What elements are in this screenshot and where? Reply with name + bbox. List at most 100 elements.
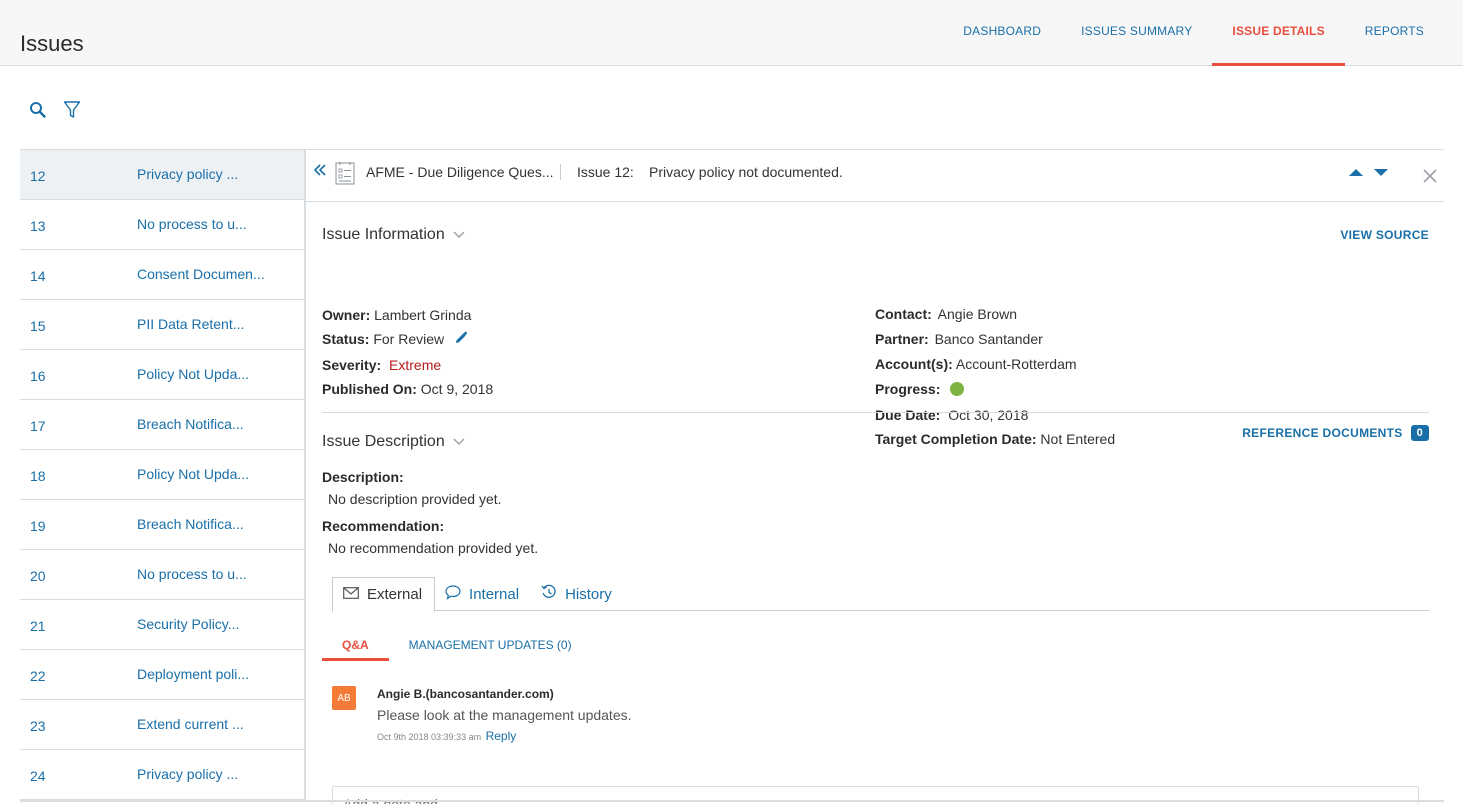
severity-value: Extreme (389, 357, 442, 373)
owner-field: Owner: Lambert Grinda (322, 307, 471, 323)
issue-description-section: Issue Description REFERENCE DOCUMENTS 0 (322, 425, 1429, 451)
search-icon[interactable] (28, 100, 48, 120)
caret-down-icon[interactable] (1372, 165, 1390, 184)
issue-title: Security Policy... (137, 615, 240, 632)
published-field: Published On: Oct 9, 2018 (322, 381, 493, 397)
issue-title: Policy Not Upda... (137, 365, 250, 382)
tab-history[interactable]: History (531, 577, 624, 611)
tab-external[interactable]: External (332, 577, 436, 612)
accounts-label: Account(s): (875, 356, 953, 372)
list-item[interactable]: 19 Breach Notifica... (20, 500, 304, 550)
due-date-label: Due Date: (875, 407, 941, 423)
issue-number: 23 (30, 717, 46, 734)
reply-link[interactable]: Reply (486, 729, 517, 743)
list-item[interactable]: 22 Deployment poli... (20, 650, 304, 700)
list-item[interactable]: 17 Breach Notifica... (20, 400, 304, 450)
status-field: Status: For Review (322, 331, 468, 347)
comment-body: Please look at the management updates. (377, 707, 632, 723)
contact-label: Contact: (875, 306, 932, 322)
sub-tabs: Q&A MANAGEMENT UPDATES (0) (322, 634, 592, 661)
tab-reports[interactable]: REPORTS (1345, 0, 1444, 66)
tab-issues-summary[interactable]: ISSUES SUMMARY (1061, 0, 1212, 66)
tab-dashboard[interactable]: DASHBOARD (943, 0, 1061, 66)
list-item[interactable]: 24 Privacy policy ... (20, 750, 304, 800)
published-value: Oct 9, 2018 (420, 381, 494, 397)
top-bar: Issues DASHBOARD ISSUES SUMMARY ISSUE DE… (0, 0, 1463, 66)
list-item[interactable]: 12 Privacy policy ... (20, 150, 304, 200)
issue-number: 12 (30, 167, 46, 184)
reference-documents-label: REFERENCE DOCUMENTS (1242, 426, 1403, 440)
tab-internal[interactable]: Internal (435, 577, 531, 611)
issue-title: Extend current ... (137, 715, 244, 732)
issue-title-header: Privacy policy not documented. (649, 164, 843, 180)
issue-label: Issue 12: (577, 164, 634, 180)
due-date-field: Due Date: Oct 30, 2018 (875, 407, 1028, 423)
chevron-down-icon (453, 433, 465, 451)
main-nav: DASHBOARD ISSUES SUMMARY ISSUE DETAILS R… (943, 0, 1444, 66)
list-item[interactable]: 14 Consent Documen... (20, 250, 304, 300)
list-item[interactable]: 15 PII Data Retent... (20, 300, 304, 350)
chat-bubble-icon (445, 584, 461, 604)
tab-label: External (367, 586, 423, 603)
list-item[interactable]: 16 Policy Not Upda... (20, 350, 304, 400)
list-item[interactable]: 18 Policy Not Upda... (20, 450, 304, 500)
issue-information-toggle[interactable]: Issue Information (322, 226, 1429, 244)
list-item[interactable]: 23 Extend current ... (20, 700, 304, 750)
reference-count-badge: 0 (1410, 425, 1429, 441)
recommendation-label: Recommendation: (322, 518, 445, 534)
tab-qa[interactable]: Q&A (322, 634, 389, 661)
avatar: AB (332, 686, 356, 710)
list-item[interactable]: 20 No process to u... (20, 550, 304, 600)
severity-field: Severity: Extreme (322, 357, 441, 373)
comment-author: Angie B.(bancosantander.com) (377, 687, 554, 701)
issue-title: No process to u... (137, 565, 247, 582)
envelope-icon (343, 586, 359, 603)
published-label: Published On: (322, 381, 417, 397)
communication-tabs: External Internal History (332, 577, 1429, 612)
issue-title: Deployment poli... (137, 665, 250, 682)
issue-title: Policy Not Upda... (137, 465, 250, 482)
bottom-divider (20, 800, 1444, 802)
filter-icon[interactable] (62, 100, 82, 120)
detail-header: AFME - Due Diligence Ques... Issue 12: P… (306, 150, 1444, 202)
issue-detail-pane: AFME - Due Diligence Ques... Issue 12: P… (306, 149, 1444, 804)
header-divider (560, 164, 561, 180)
progress-field: Progress: (875, 381, 965, 397)
issue-number: 21 (30, 617, 46, 634)
comment-timestamp: Oct 9th 2018 03:39:33 am (377, 732, 482, 742)
status-label: Status: (322, 331, 370, 347)
issue-title: Privacy policy ... (137, 765, 239, 782)
list-item[interactable]: 13 No process to u... (20, 200, 304, 250)
issue-number: 22 (30, 667, 46, 684)
caret-up-icon[interactable] (1347, 165, 1365, 184)
list-item[interactable]: 21 Security Policy... (20, 600, 304, 650)
issue-title: Breach Notifica... (137, 415, 244, 432)
issue-title: Privacy policy ... (137, 165, 239, 182)
issue-information-section: Issue Information VIEW SOURCE (322, 226, 1429, 244)
description-text: No description provided yet. (328, 491, 502, 507)
issue-number: 13 (30, 217, 46, 234)
tab-management-updates[interactable]: MANAGEMENT UPDATES (0) (389, 634, 592, 661)
due-date-value: Oct 30, 2018 (948, 407, 1029, 423)
owner-label: Owner: (322, 307, 371, 323)
issue-number: 20 (30, 567, 46, 584)
contact-field: Contact: Angie Brown (875, 306, 1017, 322)
reference-documents-link[interactable]: REFERENCE DOCUMENTS 0 (1242, 425, 1429, 441)
issue-navigation (1347, 165, 1390, 184)
tab-issue-details[interactable]: ISSUE DETAILS (1212, 0, 1346, 66)
issue-number: 15 (30, 317, 46, 334)
view-source-link[interactable]: VIEW SOURCE (1340, 228, 1429, 242)
issue-number: 16 (30, 367, 46, 384)
severity-label: Severity: (322, 357, 382, 373)
accounts-field: Account(s): Account-Rotterdam (875, 356, 1077, 372)
status-value: For Review (373, 331, 445, 347)
partner-value: Banco Santander (934, 331, 1043, 347)
issue-title: No process to u... (137, 215, 247, 232)
issue-list: 12 Privacy policy ... 13 No process to u..… (20, 149, 306, 801)
pencil-icon[interactable] (454, 331, 468, 347)
recommendation-text: No recommendation provided yet. (328, 540, 539, 556)
close-icon[interactable] (1422, 168, 1438, 189)
double-chevron-left-icon[interactable] (312, 162, 328, 183)
list-toolbar (28, 100, 82, 120)
issue-number: 24 (30, 767, 46, 784)
